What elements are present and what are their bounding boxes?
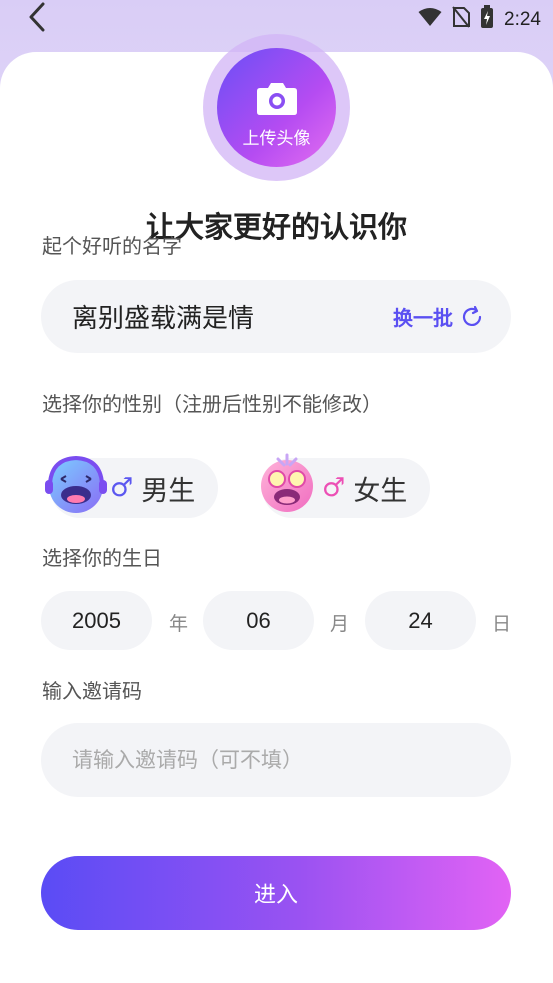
upload-avatar-label: 上传头像	[242, 129, 311, 149]
year-unit: 年	[169, 613, 189, 635]
birth-day-select[interactable]: 24	[365, 591, 476, 650]
refresh-names-button[interactable]: 换一批	[393, 302, 483, 331]
no-sim-icon	[452, 6, 471, 34]
status-bar: 2:24	[0, 0, 553, 40]
avatar-circle: 上传头像	[217, 48, 336, 167]
boy-avatar-icon	[45, 455, 107, 513]
gender-label: 选择你的性别（注册后性别不能修改）	[42, 392, 382, 416]
gender-option-female[interactable]: ♂ 女生	[261, 453, 430, 518]
profile-form-card: 上传头像 让大家更好的认识你 起个好听的名字 离别盛载满是情 换一批 选择你的性…	[0, 34, 553, 983]
girl-avatar-icon	[261, 453, 313, 512]
nickname-value: 离别盛载满是情	[72, 304, 255, 334]
birthday-label: 选择你的生日	[42, 546, 162, 570]
female-symbol-icon: ♂	[322, 473, 346, 503]
month-unit: 月	[330, 613, 350, 635]
camera-icon	[256, 83, 297, 115]
gender-option-male[interactable]: ♂ 男生	[45, 455, 218, 518]
battery-charging-icon	[480, 5, 494, 35]
upload-avatar-button[interactable]: 上传头像	[203, 34, 350, 181]
female-label: 女生	[353, 475, 408, 507]
male-label: 男生	[141, 475, 196, 507]
day-unit: 日	[492, 613, 512, 635]
birth-month-select[interactable]: 06	[203, 591, 314, 650]
chevron-left-icon	[29, 2, 45, 32]
male-symbol-icon: ♂	[110, 473, 134, 503]
wifi-icon	[418, 7, 442, 33]
enter-button[interactable]: 进入	[41, 856, 511, 930]
birth-year-select[interactable]: 2005	[41, 591, 152, 650]
back-button[interactable]	[22, 0, 52, 34]
refresh-label: 换一批	[393, 306, 453, 330]
invite-code-field[interactable]	[41, 723, 511, 797]
invite-code-input[interactable]	[72, 748, 511, 772]
name-label: 起个好听的名字	[42, 234, 182, 258]
nickname-field[interactable]: 离别盛载满是情 换一批	[41, 280, 511, 353]
invite-code-label: 输入邀请码	[42, 679, 142, 703]
status-time: 2:24	[504, 9, 541, 30]
refresh-icon	[462, 305, 482, 326]
